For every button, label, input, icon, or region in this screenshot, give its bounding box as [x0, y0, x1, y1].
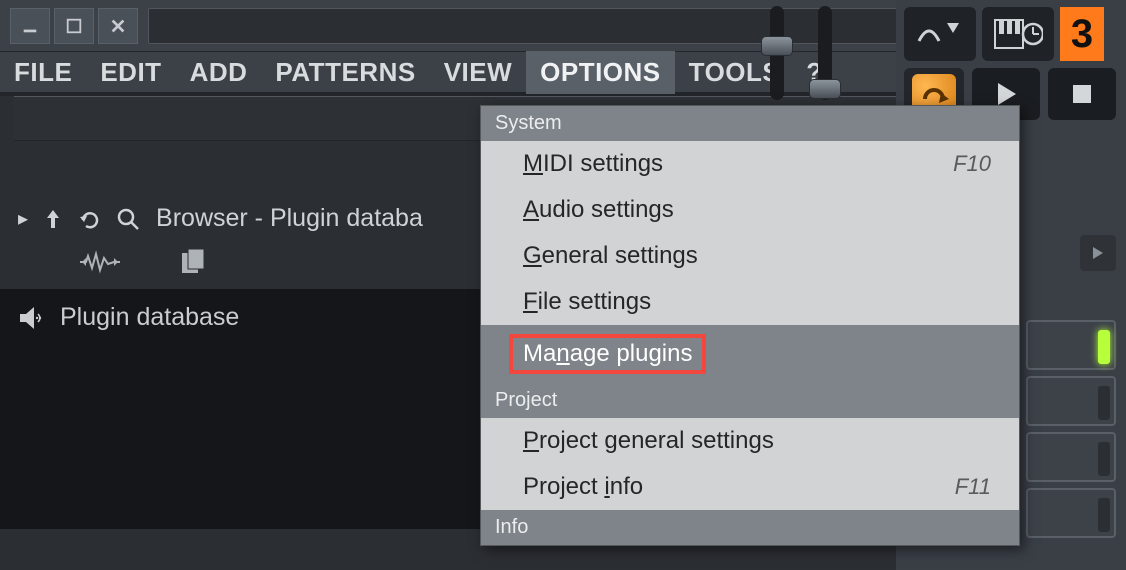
menu-file-settings[interactable]: File settings	[481, 279, 1019, 325]
channel-slot-3[interactable]	[1026, 432, 1116, 482]
browser-header: ▸ Browser - Plugin databa	[0, 200, 480, 243]
menu-file[interactable]: FILE	[0, 51, 86, 94]
menu-edit[interactable]: EDIT	[86, 51, 175, 94]
menu-project-general-settings[interactable]: Project general settings	[481, 418, 1019, 464]
menu-patterns[interactable]: PATTERNS	[261, 51, 429, 94]
waveform-icon[interactable]	[80, 250, 120, 274]
channel-slots	[1026, 320, 1116, 538]
menu-midi-settings[interactable]: MIDI settings F10	[481, 141, 1019, 187]
shortcut-label: F11	[955, 474, 991, 500]
plugin-database-row[interactable]: Plugin database	[18, 303, 462, 332]
browser-body: Plugin database	[0, 289, 480, 529]
dropdown-section-project: Project	[481, 383, 1019, 418]
pattern-number-display[interactable]: 3	[1060, 7, 1104, 61]
expand-arrow-button[interactable]	[1080, 235, 1116, 271]
close-button[interactable]	[98, 8, 138, 44]
channel-led-icon	[1098, 386, 1110, 420]
browser-title: Browser - Plugin databa	[156, 204, 423, 233]
window-controls	[10, 8, 138, 44]
menu-general-settings[interactable]: General settings	[481, 233, 1019, 279]
dropdown-section-info: Info	[481, 510, 1019, 545]
undo-icon[interactable]	[78, 208, 100, 230]
menu-project-info[interactable]: Project info F11	[481, 464, 1019, 510]
chevron-right-icon[interactable]: ▸	[18, 206, 28, 231]
channel-slot-1[interactable]	[1026, 320, 1116, 370]
menu-view[interactable]: VIEW	[430, 51, 526, 94]
channel-slot-4[interactable]	[1026, 488, 1116, 538]
dropdown-section-system: System	[481, 106, 1019, 141]
menu-audio-settings[interactable]: Audio settings	[481, 187, 1019, 233]
menu-options[interactable]: OPTIONS	[526, 51, 675, 94]
copy-icon[interactable]	[180, 247, 208, 277]
top-right-row: 3	[896, 0, 1126, 68]
channel-led-icon	[1098, 330, 1110, 364]
plugin-database-label: Plugin database	[60, 303, 239, 332]
browser-toolbar	[0, 243, 480, 289]
master-sliders	[770, 6, 890, 116]
slider-a[interactable]	[770, 6, 784, 100]
browser-nav-icons: ▸	[18, 206, 140, 231]
menu-manage-plugins[interactable]: Manage plugins	[481, 325, 1019, 383]
channel-led-icon	[1098, 498, 1110, 532]
speaker-icon	[18, 305, 46, 331]
shortcut-label: F10	[953, 151, 991, 177]
channel-slot-2[interactable]	[1026, 376, 1116, 426]
arrow-up-icon[interactable]	[44, 208, 62, 230]
waveform-shortcut-button[interactable]	[904, 7, 976, 61]
menu-add[interactable]: ADD	[176, 51, 262, 94]
browser-panel: ▸ Browser - Plugin databa Plugin databas…	[0, 200, 480, 570]
search-icon[interactable]	[116, 207, 140, 231]
slider-b[interactable]	[818, 6, 832, 100]
stop-button[interactable]	[1048, 68, 1116, 120]
piano-roll-shortcut-button[interactable]	[982, 7, 1054, 61]
channel-led-icon	[1098, 442, 1110, 476]
maximize-button[interactable]	[54, 8, 94, 44]
options-dropdown: System MIDI settings F10 Audio settings …	[480, 105, 1020, 546]
minimize-button[interactable]	[10, 8, 50, 44]
